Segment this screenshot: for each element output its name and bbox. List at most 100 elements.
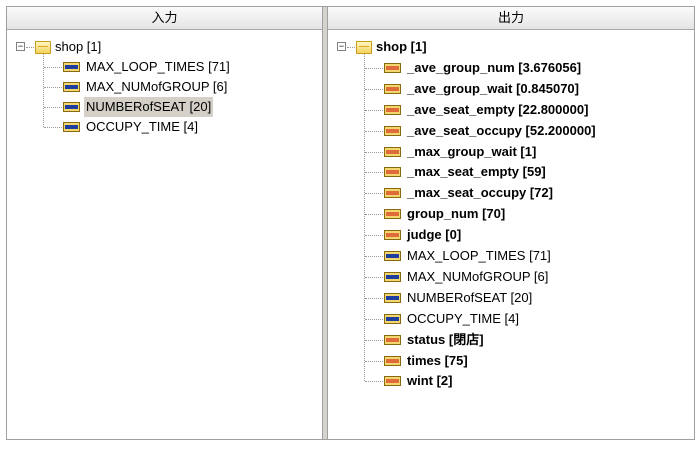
variable-icon-orange [384,83,401,94]
tree-connector [365,297,383,299]
variable-icon-orange [384,230,401,241]
variable-tree-window: 入力 − shop [1] MAX_LOOP_TIMES [71] MAX_NUMof… [6,6,695,440]
tree-item-label: times [75] [407,352,468,368]
tree-connector [26,47,34,48]
tree-item[interactable]: OCCUPY_TIME [4] [7,117,322,137]
variable-icon-orange [384,334,401,345]
tree-item-label: wint [2] [407,373,453,389]
variable-icon-band [65,85,78,89]
tree-connector [44,107,62,108]
tree-item-label: group_num [70] [407,206,506,222]
tree-root-node[interactable]: − shop [1] [328,37,694,57]
output-pane-header: 出力 [328,7,694,30]
tree-connector [365,172,383,174]
tree-item-label: MAX_LOOP_TIMES [71] [407,248,551,263]
folder-icon [356,41,372,54]
variable-icon-band [386,107,399,112]
tree-item-label: _ave_seat_occupy [52.200000] [407,122,596,138]
collapse-icon[interactable]: − [337,42,346,51]
tree-item[interactable]: _max_seat_empty [59] [328,162,694,182]
tree-item[interactable]: _ave_seat_empty [22.800000] [328,100,694,120]
tree-item[interactable]: status [閉店] [328,330,694,350]
tree-connector [365,318,383,320]
tree-item[interactable]: _ave_group_wait [0.845070] [328,79,694,99]
tree-item-label: MAX_LOOP_TIMES [71] [86,59,230,74]
tree-connector [347,47,355,48]
variable-icon-band [386,358,399,363]
tree-item[interactable]: NUMBERofSEAT [20] [7,97,322,117]
tree-item[interactable]: _max_seat_occupy [72] [328,183,694,203]
variable-icon-orange [384,125,401,136]
tree-connector [365,130,383,132]
output-pane: 出力 − shop [1] _ave_group_num [3.676056] _av… [328,7,694,439]
tree-item[interactable]: _ave_seat_occupy [52.200000] [328,121,694,141]
variable-icon-band [386,170,399,175]
tree-item-label: _max_seat_occupy [72] [407,185,553,201]
variable-icon-band [386,65,399,70]
variable-icon-blue [63,102,80,112]
tree-connector [365,67,383,69]
variable-icon-band [65,125,78,129]
tree-item-label: NUMBERofSEAT [20] [407,289,533,305]
tree-item[interactable]: NUMBERofSEAT [20] [328,288,694,308]
tree-root-label: shop [1] [55,39,102,54]
tree-item-label: NUMBERofSEAT [20] [84,97,214,117]
folder-icon [35,41,51,54]
variable-icon-band [386,86,399,91]
variable-icon-orange [384,188,401,199]
variable-icon-band [386,149,399,154]
tree-connector [365,276,383,278]
tree-connector [365,339,383,341]
input-pane-header: 入力 [7,7,322,30]
variable-icon-orange [384,62,401,73]
tree-item[interactable]: _max_group_wait [1] [328,142,694,162]
tree-item[interactable]: OCCUPY_TIME [4] [328,309,694,329]
variable-icon-band [386,191,399,196]
variable-icon-band [386,316,399,321]
variable-icon-orange [384,104,401,115]
tree-connector [365,214,383,216]
variable-icon-band [386,337,399,342]
variable-icon-band [65,105,78,109]
variable-icon-band [386,128,399,133]
variable-icon-blue [384,271,401,282]
tree-item-label: judge [0] [407,227,462,243]
variable-icon-blue [63,122,80,132]
variable-icon-blue [384,251,401,261]
tree-item-label: MAX_NUMofGROUP [6] [86,79,228,94]
tree-item[interactable]: group_num [70] [328,204,694,224]
tree-item-label: _max_seat_empty [59] [407,164,546,180]
tree-connector [44,67,62,68]
variable-icon-orange [384,146,401,157]
tree-item-label: _ave_group_num [3.676056] [407,59,582,75]
tree-connector [365,235,383,237]
tree-connector [365,88,383,90]
variable-icon-band [386,274,399,279]
variable-icon-band [386,212,399,217]
variable-icon-band [386,233,399,238]
tree-item-label: _ave_seat_empty [22.800000] [407,101,589,117]
tree-item[interactable]: MAX_NUMofGROUP [6] [7,77,322,97]
tree-item[interactable]: MAX_NUMofGROUP [6] [328,267,694,287]
variable-icon-orange [384,209,401,220]
variable-icon-blue [63,82,80,92]
variable-icon-band [65,65,78,69]
variable-icon-band [386,295,399,300]
tree-item-label: MAX_NUMofGROUP [6] [407,268,549,284]
tree-connector [365,109,383,111]
tree-item[interactable]: MAX_LOOP_TIMES [71] [7,57,322,77]
tree-item-label: OCCUPY_TIME [4] [86,119,198,134]
variable-icon-blue [63,62,80,72]
tree-root-node[interactable]: − shop [1] [7,37,322,57]
input-pane: 入力 − shop [1] MAX_LOOP_TIMES [71] MAX_NUMof… [7,7,322,439]
tree-item[interactable]: wint [2] [328,371,694,391]
tree-root-label: shop [1] [376,39,427,54]
collapse-icon[interactable]: − [16,42,25,51]
tree-item-label: OCCUPY_TIME [4] [407,310,519,326]
tree-item-label: status [閉店] [407,331,484,347]
tree-item[interactable]: _ave_group_num [3.676056] [328,58,694,78]
tree-item[interactable]: judge [0] [328,225,694,245]
tree-item[interactable]: times [75] [328,351,694,371]
variable-icon-blue [384,292,401,303]
tree-item[interactable]: MAX_LOOP_TIMES [71] [328,246,694,266]
